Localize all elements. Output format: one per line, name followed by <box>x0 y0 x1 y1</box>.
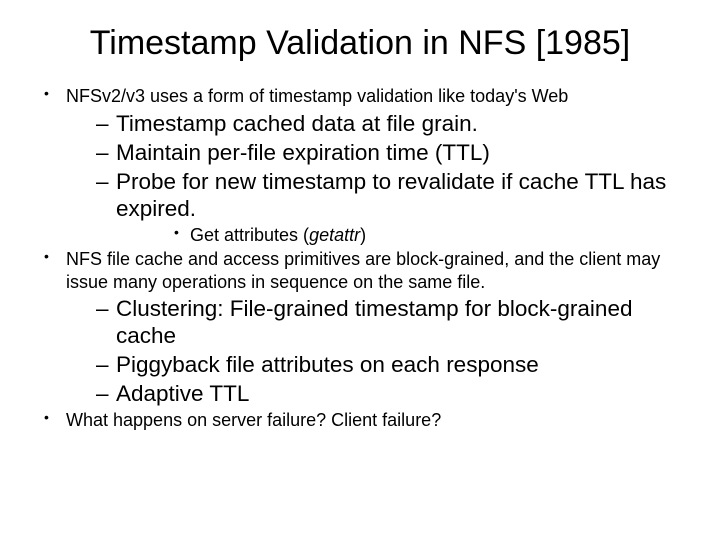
bullet-1-text: NFSv2/v3 uses a form of timestamp valida… <box>66 86 568 106</box>
bullet-2-sub-2: Piggyback file attributes on each respon… <box>66 351 682 378</box>
bullet-1-sub-1: Timestamp cached data at file grain. <box>66 110 682 137</box>
getattr-prefix: Get attributes ( <box>190 225 309 245</box>
bullet-1-sub-3-sub-1: Get attributes (getattr) <box>116 224 682 247</box>
bullet-2-sublist: Clustering: File-grained timestamp for b… <box>66 295 682 407</box>
bullet-1: NFSv2/v3 uses a form of timestamp valida… <box>38 85 682 246</box>
bullet-2-text: NFS file cache and access primitives are… <box>66 249 660 292</box>
bullet-2-sub-3: Adaptive TTL <box>66 380 682 407</box>
bullet-list: NFSv2/v3 uses a form of timestamp valida… <box>38 85 682 432</box>
getattr-suffix: ) <box>360 225 366 245</box>
bullet-1-sub-3-sublist: Get attributes (getattr) <box>116 224 682 247</box>
getattr-ital: getattr <box>309 225 360 245</box>
slide-title: Timestamp Validation in NFS [1985] <box>38 24 682 63</box>
bullet-1-sub-3: Probe for new timestamp to revalidate if… <box>66 168 682 247</box>
slide: Timestamp Validation in NFS [1985] NFSv2… <box>0 0 720 540</box>
bullet-1-sublist: Timestamp cached data at file grain. Mai… <box>66 110 682 247</box>
bullet-1-sub-2: Maintain per-file expiration time (TTL) <box>66 139 682 166</box>
bullet-1-sub-3-text: Probe for new timestamp to revalidate if… <box>116 169 666 221</box>
bullet-2: NFS file cache and access primitives are… <box>38 248 682 407</box>
bullet-3: What happens on server failure? Client f… <box>38 409 682 432</box>
bullet-2-sub-1: Clustering: File-grained timestamp for b… <box>66 295 682 349</box>
